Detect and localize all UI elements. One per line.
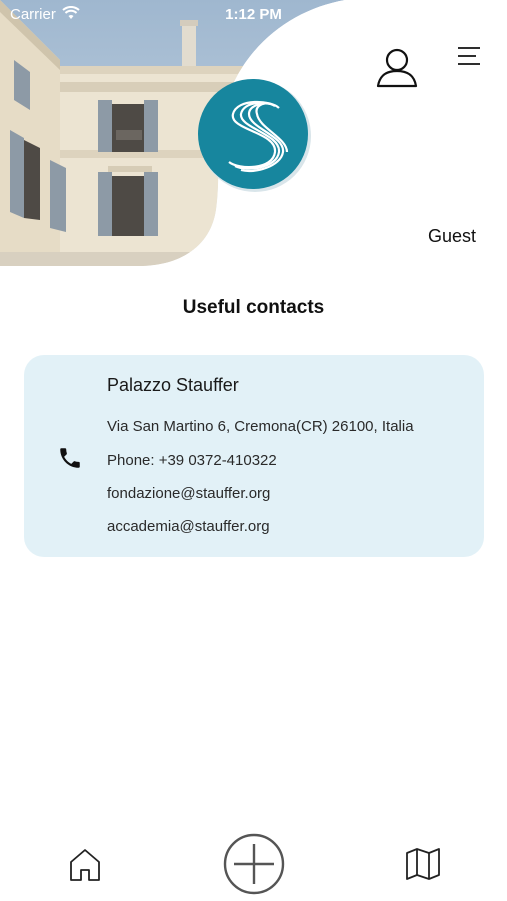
contact-name: Palazzo Stauffer — [107, 375, 239, 395]
guest-label: Guest — [427, 226, 476, 246]
tab-home[interactable] — [66, 846, 104, 884]
user-icon — [376, 48, 418, 88]
menu-button[interactable] — [452, 44, 484, 72]
contact-phone[interactable]: Phone: +39 0372-410322 — [107, 452, 277, 469]
contact-address: Via San Martino 6, Cremona(CR) 26100, It… — [107, 418, 414, 435]
plus-circle-icon — [223, 833, 285, 895]
contact-card: Palazzo Stauffer Via San Martino 6, Crem… — [24, 355, 484, 557]
status-time: 1:12 PM — [225, 6, 282, 23]
contact-email-accademia[interactable]: accademia@stauffer.org — [107, 518, 270, 535]
phone-icon[interactable] — [57, 445, 83, 471]
tab-bar — [0, 820, 507, 900]
user-button[interactable] — [372, 44, 422, 90]
tab-map[interactable] — [404, 846, 442, 882]
header: Carrier 1:12 PM Guest — [0, 0, 507, 280]
home-icon — [70, 849, 100, 881]
contact-email-fondazione[interactable]: fondazione@stauffer.org — [107, 485, 270, 502]
map-icon — [406, 848, 440, 880]
tab-add[interactable] — [222, 832, 286, 896]
page-title: Useful contacts — [182, 297, 325, 318]
hamburger-menu-icon — [458, 47, 480, 65]
status-bar: Carrier 1:12 PM — [0, 4, 507, 24]
app-logo — [198, 79, 311, 192]
